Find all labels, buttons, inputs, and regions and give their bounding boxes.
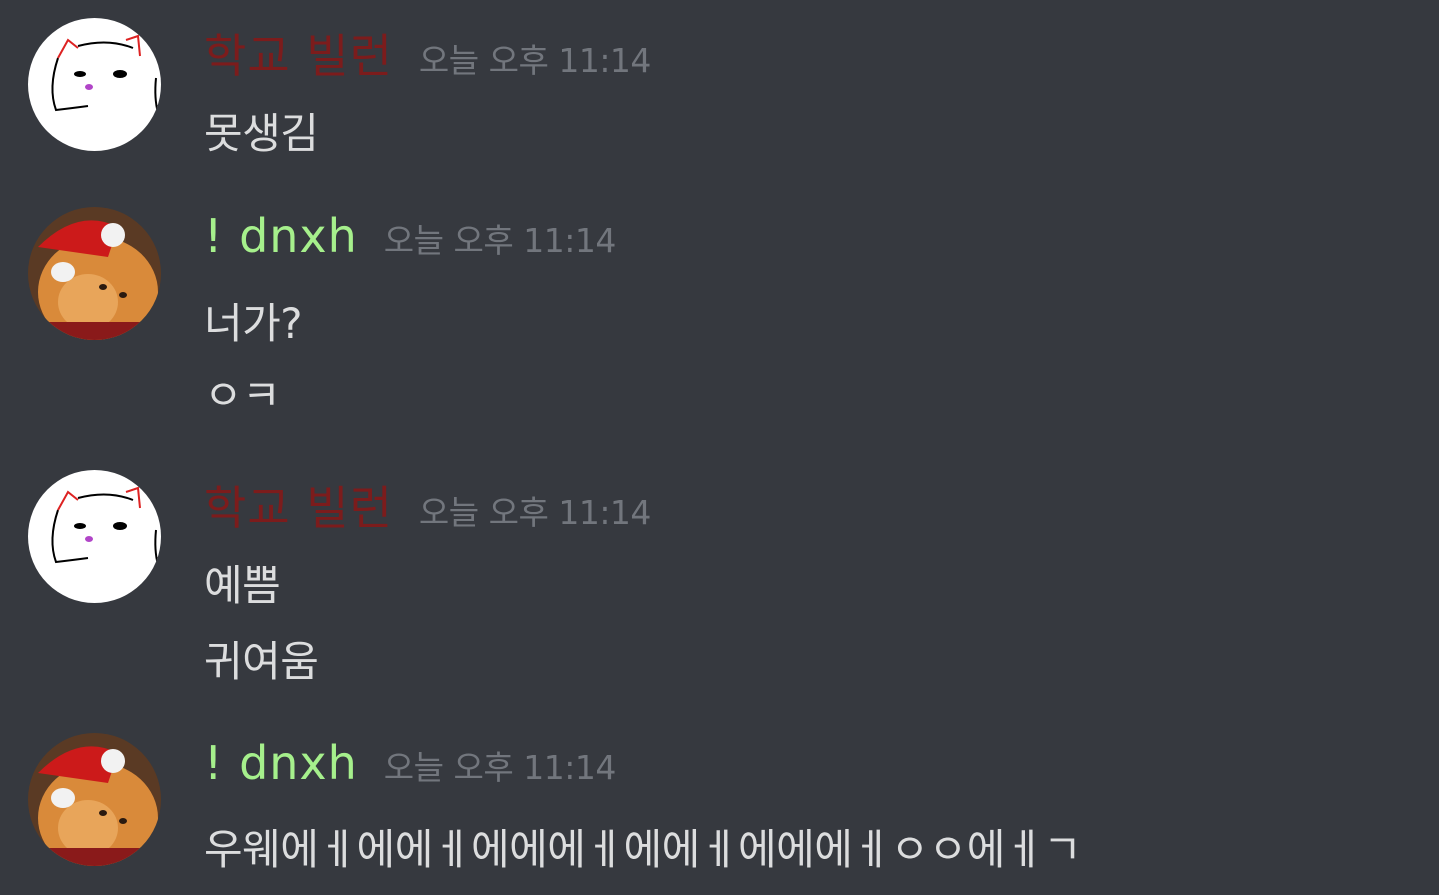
avatar[interactable]: [28, 733, 161, 866]
username[interactable]: ! dnxh: [204, 736, 358, 790]
message-header: 학교 빌런 오늘 오후 11:14: [204, 472, 652, 535]
message-text: ㅇㅋ: [204, 371, 281, 420]
chat-messages: 학교 빌런 오늘 오후 11:14 못생김 ! dnxh 오늘 오후 11:14…: [0, 0, 1439, 895]
avatar[interactable]: [28, 207, 161, 340]
cat-doodle-avatar-icon: [28, 18, 161, 151]
message-text: 너가?: [204, 299, 303, 348]
timestamp: 오늘 오후 11:14: [383, 748, 617, 787]
avatar[interactable]: [28, 18, 161, 151]
username[interactable]: 학교 빌런: [204, 472, 393, 538]
message-header: ! dnxh 오늘 오후 11:14: [204, 736, 616, 796]
avatar[interactable]: [28, 470, 161, 603]
message-text: 우웨에ㅔ에에ㅔ에에에ㅔ에에ㅔ에에에ㅔㅇㅇ에ㅔㄱ: [204, 825, 1082, 874]
message-text: 못생김: [204, 109, 319, 158]
timestamp: 오늘 오후 11:14: [418, 493, 652, 532]
message-text: 예쁨: [204, 561, 281, 610]
username[interactable]: 학교 빌런: [204, 20, 393, 86]
cat-doodle-avatar-icon: [28, 470, 161, 603]
message-header: ! dnxh 오늘 오후 11:14: [204, 209, 616, 269]
timestamp: 오늘 오후 11:14: [383, 221, 617, 260]
santa-cat-avatar-icon: [28, 207, 161, 340]
message-text: 귀여움: [204, 637, 319, 686]
santa-cat-avatar-icon: [28, 733, 161, 866]
timestamp: 오늘 오후 11:14: [418, 41, 652, 80]
username[interactable]: ! dnxh: [204, 209, 358, 263]
message-header: 학교 빌런 오늘 오후 11:14: [204, 20, 652, 83]
